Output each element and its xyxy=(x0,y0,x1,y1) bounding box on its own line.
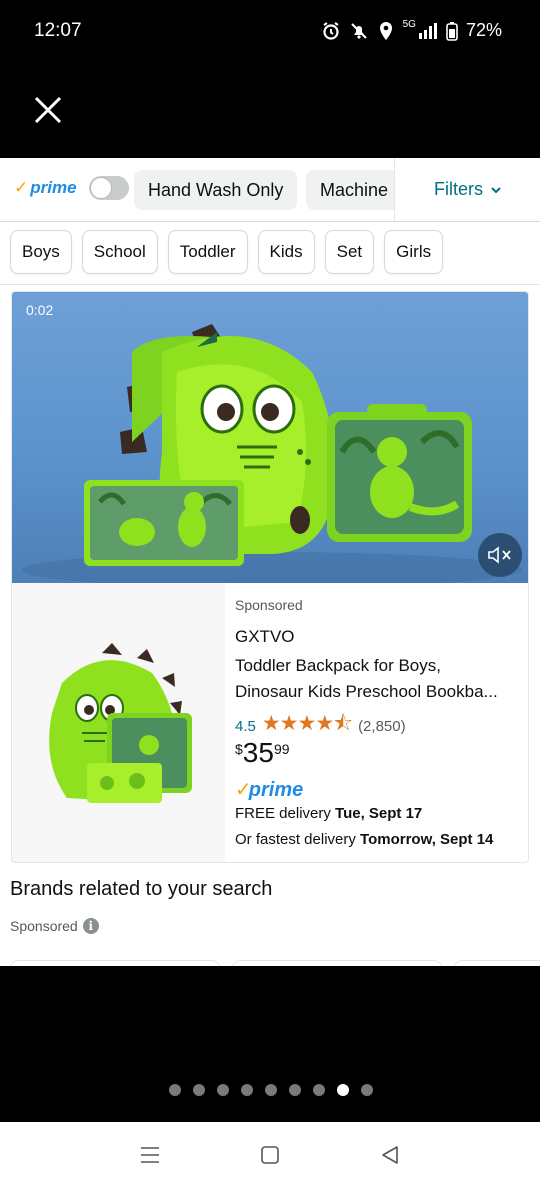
chevron-down-icon xyxy=(491,186,501,193)
product-brand: GXTVO xyxy=(235,627,295,646)
product-image xyxy=(49,643,192,803)
filter-bar: ✓ prime Hand Wash Only Machine Filters xyxy=(0,158,540,222)
alarm-icon xyxy=(323,21,339,40)
chip-kids[interactable]: Kids xyxy=(257,230,315,274)
filter-chip-machine[interactable]: Machine xyxy=(306,170,394,210)
product-title[interactable]: Toddler Backpack for Boys, Dinosaur Kids… xyxy=(235,653,525,705)
status-time: 12:07 xyxy=(34,20,82,41)
viewer-top-bar xyxy=(0,64,540,158)
title-line-1: Toddler Backpack for Boys, xyxy=(235,656,441,675)
recent-apps-button[interactable] xyxy=(130,1135,170,1175)
filter-chip-hand-wash-only[interactable]: Hand Wash Only xyxy=(134,170,298,210)
prime-switch[interactable] xyxy=(88,176,129,200)
delivery-prefix: FREE delivery xyxy=(235,805,336,822)
price-fraction: 99 xyxy=(273,741,290,757)
recents-icon xyxy=(141,1147,159,1163)
product-thumbnail[interactable] xyxy=(12,583,225,862)
chip-school[interactable]: School xyxy=(81,230,158,274)
fastest-prefix: Or fastest delivery xyxy=(235,831,361,848)
carousel-dot[interactable] xyxy=(313,1084,325,1096)
carousel-dot[interactable] xyxy=(193,1084,205,1096)
chip-toddler[interactable]: Toddler xyxy=(167,230,248,274)
network-label: 5G xyxy=(402,19,416,30)
chip-boys[interactable]: Boys xyxy=(10,230,72,274)
delivery-info: FREE delivery Tue, Sept 17 xyxy=(235,805,422,822)
price-symbol: $ xyxy=(235,741,243,757)
home-icon xyxy=(261,1146,279,1164)
system-nav-bar xyxy=(0,1122,540,1188)
carousel-dot[interactable] xyxy=(217,1084,229,1096)
viewer-bottom-bar xyxy=(0,966,540,1122)
back-icon xyxy=(382,1146,398,1164)
chip-set[interactable]: Set xyxy=(324,230,375,274)
video-timestamp: 0:02 xyxy=(26,302,54,318)
product-price: $3599 xyxy=(235,737,290,769)
prime-badge-label: prime xyxy=(248,779,304,801)
prime-badge: ✓ prime xyxy=(235,777,303,802)
status-icons: 5G 72% xyxy=(321,19,502,41)
filters-label: Filters xyxy=(434,179,483,199)
brands-sponsored: Sponsored i xyxy=(10,918,99,934)
battery-percent: 72% xyxy=(465,20,502,40)
delivery-date: Tue, Sept 17 xyxy=(335,805,423,822)
filters-button[interactable]: Filters xyxy=(394,158,540,221)
prime-check-icon: ✓ xyxy=(14,178,29,197)
carousel-dots xyxy=(0,1084,540,1096)
rating-value: 4.5 xyxy=(235,718,256,735)
chip-girls[interactable]: Girls xyxy=(384,230,444,274)
location-icon xyxy=(379,21,392,40)
fastest-delivery-info: Or fastest delivery Tomorrow, Sept 14 xyxy=(235,831,493,848)
sponsored-product-card[interactable]: 0:02 Sponsored GXTVO Toddler Backpack fo… xyxy=(11,291,529,863)
close-button[interactable] xyxy=(28,90,68,130)
carousel-dot[interactable] xyxy=(361,1084,373,1096)
battery-icon xyxy=(446,21,458,41)
product-video[interactable]: 0:02 xyxy=(12,292,528,583)
search-results-content: ✓ prime Hand Wash Only Machine Filters B… xyxy=(0,158,540,966)
carousel-dot[interactable] xyxy=(241,1084,253,1096)
video-scene-illustration xyxy=(22,324,522,583)
price-whole: 35 xyxy=(242,737,274,768)
home-button[interactable] xyxy=(250,1135,290,1175)
prime-label: prime xyxy=(30,178,77,197)
brand-cards-row xyxy=(10,956,540,966)
close-icon xyxy=(34,96,62,124)
rating-count: (2,850) xyxy=(358,718,406,735)
speaker-muted-icon xyxy=(488,546,511,564)
product-info: Sponsored GXTVO Toddler Backpack for Boy… xyxy=(235,583,525,862)
signal-icon xyxy=(418,22,437,39)
carousel-dot[interactable] xyxy=(289,1084,301,1096)
mute-icon xyxy=(350,22,367,39)
divider xyxy=(0,284,540,285)
fastest-date: Tomorrow, Sept 14 xyxy=(360,831,494,848)
carousel-dot[interactable] xyxy=(169,1084,181,1096)
sponsored-label: Sponsored xyxy=(235,597,303,613)
carousel-dot[interactable] xyxy=(337,1084,349,1096)
prime-filter-toggle[interactable]: ✓ prime xyxy=(14,176,129,200)
title-line-2: Dinosaur Kids Preschool Bookba... xyxy=(235,682,498,701)
brands-section-title: Brands related to your search xyxy=(10,878,273,900)
back-button[interactable] xyxy=(370,1135,410,1175)
carousel-dot[interactable] xyxy=(265,1084,277,1096)
status-bar: 12:07 5G 72% xyxy=(0,0,540,64)
refinement-chips: Boys School Toddler Kids Set Girls xyxy=(10,230,444,274)
switch-knob xyxy=(89,177,112,199)
brands-sponsored-label: Sponsored xyxy=(10,918,78,934)
mute-button[interactable] xyxy=(478,533,522,577)
info-icon[interactable]: i xyxy=(82,918,99,934)
